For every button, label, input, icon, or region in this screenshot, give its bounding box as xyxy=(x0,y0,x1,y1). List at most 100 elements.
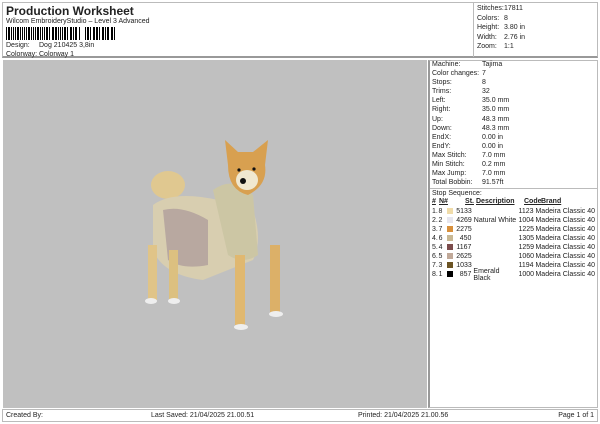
stat-value: 1:1 xyxy=(504,43,514,50)
property-row: Max Jump: 7.0 mm xyxy=(430,170,597,179)
property-value: 48.3 mm xyxy=(482,124,510,132)
property-row: Min Stitch: 0.2 mm xyxy=(430,161,597,170)
thread-code: 1259 xyxy=(518,244,535,252)
property-label: Right: xyxy=(432,106,451,114)
page-title: Production Worksheet xyxy=(6,4,134,18)
property-value: 7.0 mm xyxy=(482,151,506,159)
property-label: EndY: xyxy=(432,142,451,150)
stat-label: Width: xyxy=(477,33,497,41)
property-label: Machine: xyxy=(432,61,461,68)
color-swatch xyxy=(446,261,453,268)
color-swatch xyxy=(447,243,453,250)
needle-number: 8 xyxy=(438,208,443,216)
color-swatch xyxy=(447,270,454,277)
stitch-count: 5133 xyxy=(456,208,472,216)
stat-row: Zoom: 1:1 xyxy=(477,43,596,53)
color-swatch xyxy=(446,207,453,214)
property-label: Max Stitch: xyxy=(432,151,467,159)
table-row: 6. 5 2625 1060 Madeira Classic 40 xyxy=(432,252,595,261)
stat-label: Stitches: xyxy=(477,5,504,12)
needle-number: 1 xyxy=(438,271,443,279)
col-description: Description xyxy=(476,198,515,206)
stitch-count: 1033 xyxy=(456,262,472,270)
stitch-count: 1167 xyxy=(456,244,472,252)
table-row: 5. 4 1167 1259 Madeira Classic 40 xyxy=(432,243,595,252)
thread-code: 1305 xyxy=(518,235,535,243)
footer: Created By: Last Saved: 21/04/2025 21.00… xyxy=(2,409,598,422)
thread-brand: Madeira Classic 40 xyxy=(535,262,595,270)
stat-label: Zoom: xyxy=(477,43,497,50)
property-row: Up: 48.3 mm xyxy=(430,116,597,125)
design-stats: Stitches: 17811 Colors: 8 Height: 3.80 in Widt… xyxy=(473,3,599,57)
stat-label: Height: xyxy=(477,24,500,31)
stitch-count: 4269 xyxy=(456,217,472,225)
stop-sequence-header: # N# St. Description Code Brand xyxy=(432,198,595,207)
stitch-count: 857 xyxy=(459,271,472,279)
property-row: Color changes: 7 xyxy=(430,70,597,79)
thread-code: 1123 xyxy=(518,208,534,216)
col-needle: N# xyxy=(439,198,448,206)
needle-number: 3 xyxy=(438,262,443,270)
property-row: Max Stitch: 7.0 mm xyxy=(430,152,597,161)
stitch-count: 450 xyxy=(459,235,472,243)
barcode xyxy=(6,27,116,40)
property-label: Trims: xyxy=(432,88,452,96)
needle-number: 6 xyxy=(438,235,443,243)
col-number: # xyxy=(432,198,436,206)
stat-row: Colors: 8 xyxy=(477,15,596,25)
table-row: 2. 2 4269 Natural White 1004 Madeira Classic … xyxy=(432,216,595,225)
table-row: 3. 7 2275 1225 Madeira Classic 40 xyxy=(432,225,595,234)
property-label: Min Stitch: xyxy=(432,161,465,169)
design-preview xyxy=(3,60,427,408)
machine-info-panel: Machine: Tajima Color changes: 7 Stops: 8 Trim… xyxy=(428,60,598,408)
dog-embroidery-image xyxy=(145,140,283,330)
thread-brand: Madeira Classic 40 xyxy=(535,208,595,216)
thread-code: 1000 xyxy=(518,271,535,279)
design-label: Design: xyxy=(6,42,30,49)
design-name: Dog 210425 3,8in xyxy=(39,42,95,49)
stat-row: Width: 2.76 in xyxy=(477,34,596,44)
stat-row: Stitches: 17811 xyxy=(477,5,596,15)
thread-description: Natural White xyxy=(473,217,517,225)
needle-number: 2 xyxy=(438,217,443,225)
property-row: Down: 48.3 mm xyxy=(430,125,597,134)
property-value: 0.00 in xyxy=(482,142,504,150)
printed-date: Printed: 21/04/2025 21.00.56 xyxy=(358,412,449,419)
property-label: EndX: xyxy=(432,133,452,141)
property-row: Total Bobbin: 91.57ft xyxy=(430,179,597,188)
table-row: 8. 1 857 Emerald Black 1000 Madeira Classic 4… xyxy=(432,267,595,282)
thread-brand: Madeira Classic 40 xyxy=(535,235,595,243)
stat-value: 17811 xyxy=(504,5,523,12)
property-value: 48.3 mm xyxy=(482,115,510,123)
property-label: Left: xyxy=(432,97,446,105)
thread-code: 1225 xyxy=(518,226,535,234)
property-row: Left: 35.0 mm xyxy=(430,97,597,106)
software-name: Wilcom EmbroideryStudio – Level 3 Advanc… xyxy=(6,18,150,25)
needle-number: 4 xyxy=(438,244,443,252)
thread-code: 1060 xyxy=(518,253,535,261)
stitch-count: 2275 xyxy=(456,226,472,234)
thread-code: 1004 xyxy=(518,217,535,225)
property-value: 91.57ft xyxy=(482,179,504,187)
property-label: Up: xyxy=(432,115,443,123)
stat-value: 3.80 in xyxy=(504,24,526,31)
thread-brand: Madeira Classic 40 xyxy=(535,217,595,225)
stat-value: 2.76 in xyxy=(504,33,526,41)
thread-code: 1194 xyxy=(518,262,534,270)
color-swatch xyxy=(446,252,453,259)
stat-value: 8 xyxy=(504,14,508,22)
thread-description: Emerald Black xyxy=(473,267,500,282)
thread-brand: Madeira Classic 40 xyxy=(535,253,595,261)
color-swatch xyxy=(447,234,454,241)
colorway-name: Colorway 1 xyxy=(39,51,75,58)
machine-properties: Machine: Tajima Color changes: 7 Stops: 8 Trim… xyxy=(430,61,597,188)
page-number: Page 1 of 1 xyxy=(558,412,594,419)
colorway-label: Colorway: xyxy=(6,51,38,58)
property-value: Tajima xyxy=(482,61,503,68)
thread-brand: Madeira Classic 40 xyxy=(535,244,595,252)
property-label: Stops: xyxy=(432,79,452,87)
thread-brand: Madeira Classic 40 xyxy=(535,226,595,234)
needle-number: 7 xyxy=(438,226,443,234)
property-label: Color changes: xyxy=(432,70,480,78)
property-value: 0.2 mm xyxy=(482,161,506,169)
